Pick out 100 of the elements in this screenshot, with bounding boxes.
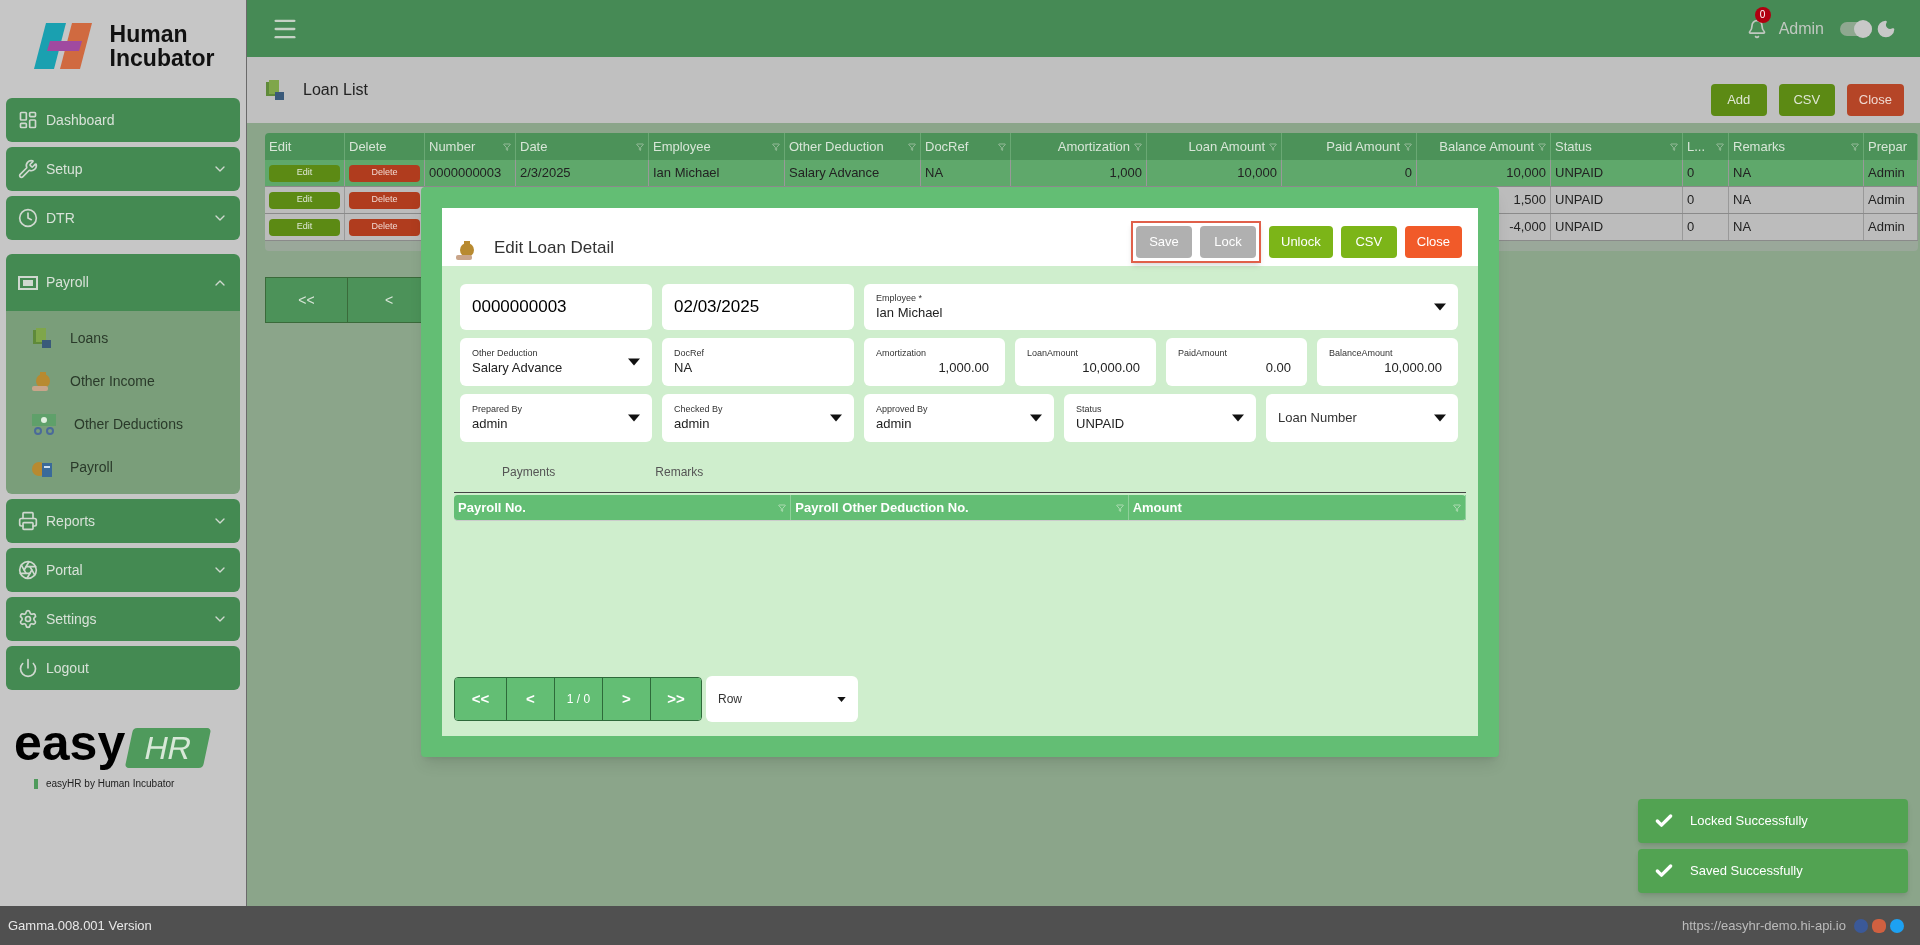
previous-page-button[interactable]: < [507, 678, 555, 720]
success-toast: Saved Successfully [1638, 849, 1908, 893]
filter-icon[interactable] [636, 142, 644, 151]
table-row[interactable]: Edit Delete 0000000003 2/3/2025 Ian Michael Salary Advance NA 1,000 10,000 0 10,000 UNPAID 0 NA Admin [265, 160, 1918, 187]
aperture-icon [18, 560, 38, 580]
tab[interactable]: Payments [502, 463, 556, 481]
settings-icon [18, 609, 38, 629]
table-cell-text: 10,000 [1237, 164, 1277, 183]
first-page-button[interactable]: << [455, 678, 507, 720]
submenu-item[interactable]: Payroll [30, 452, 240, 482]
table-cell-text: 10,000 [1506, 164, 1546, 183]
input-field[interactable]: LoanAmount 10,000.00 [1015, 338, 1156, 386]
dropdown-field[interactable]: Checked By admin [662, 394, 854, 442]
input-field[interactable]: 02/03/2025 [662, 284, 854, 330]
action-button[interactable]: CSV [1778, 84, 1835, 116]
table-cell-text: 0000000003 [429, 164, 502, 183]
filter-icon[interactable] [1134, 142, 1142, 151]
dropdown-field[interactable]: Approved By admin [864, 394, 1054, 442]
table-cell-text: Ian Michael [653, 164, 720, 183]
action-button[interactable]: Close [1846, 84, 1904, 116]
input-field[interactable]: DocRef NA [662, 338, 854, 386]
input-field[interactable]: PaidAmount 0.00 [1166, 338, 1307, 386]
edit-button[interactable]: Edit [269, 218, 340, 236]
filter-icon[interactable] [1670, 142, 1678, 151]
table-cell-text: -4,000 [1509, 218, 1546, 237]
cash-scissors-icon [30, 412, 58, 436]
input-field[interactable]: Amortization 1,000.00 [864, 338, 1005, 386]
filter-icon[interactable] [778, 503, 787, 512]
table-cell-text: Admin [1868, 191, 1905, 210]
filter-icon[interactable] [1453, 503, 1461, 512]
filter-icon[interactable] [998, 142, 1006, 151]
caret-icon [1232, 414, 1244, 422]
table-cell-text: UNPAID [1555, 191, 1604, 210]
table-cell-text: Salary Advance [789, 164, 880, 183]
input-field[interactable]: BalanceAmount 10,000.00 [1317, 338, 1458, 386]
table-cell-text: NA [1733, 164, 1752, 183]
printer-icon [18, 511, 38, 531]
sidebar-item[interactable]: DTR [6, 196, 240, 240]
notification-bell-icon[interactable] [1746, 18, 1767, 39]
last-page-button[interactable]: >> [651, 678, 701, 720]
sidebar-item[interactable]: Dashboard [6, 98, 240, 142]
dropdown-field[interactable]: Other Deduction Salary Advance [460, 338, 652, 386]
notification-count: 0 [1754, 6, 1771, 23]
table-cell-text: 1,500 [1513, 191, 1546, 210]
tab[interactable]: Remarks [655, 463, 704, 481]
column-header[interactable]: Payroll Other Deduction No. [791, 495, 1129, 520]
edit-button[interactable]: Edit [269, 191, 340, 209]
next-page-button[interactable]: > [603, 678, 651, 720]
caret-icon [628, 358, 640, 366]
user-name[interactable]: Admin [1778, 16, 1824, 41]
moon-icon[interactable] [1876, 18, 1896, 39]
input-field[interactable]: 0000000003 [460, 284, 652, 330]
submenu-item[interactable]: Other Income [30, 366, 240, 396]
action-button[interactable]: CSV [1340, 226, 1397, 258]
action-button[interactable]: Add [1710, 84, 1767, 116]
dropdown-field[interactable]: Employee * Ian Michael [864, 284, 1458, 330]
dropdown-field[interactable]: Status UNPAID [1064, 394, 1256, 442]
caret-icon [837, 696, 846, 702]
dropdown-field[interactable]: Loan Number [1266, 394, 1458, 442]
filter-icon[interactable] [1404, 142, 1412, 151]
sidebar-item[interactable]: Reports [6, 499, 240, 543]
rows-dropdown[interactable]: Row [706, 676, 858, 722]
filter-icon[interactable] [503, 142, 511, 151]
table-cell-text: NA [1733, 218, 1752, 237]
sidebar-item[interactable]: Settings [6, 597, 240, 641]
column-header[interactable]: Payroll No. [454, 495, 792, 520]
delete-button[interactable]: Delete [349, 164, 420, 182]
column-header[interactable]: Amount [1128, 495, 1466, 520]
filter-icon[interactable] [908, 142, 916, 151]
caption-bar [34, 778, 38, 789]
filter-icon[interactable] [772, 142, 780, 151]
filter-icon[interactable] [1716, 142, 1724, 151]
filter-icon[interactable] [1851, 142, 1859, 151]
modal-title: Edit Loan Detail [494, 236, 615, 259]
sidebar-item[interactable]: Portal [6, 548, 240, 592]
sidebar-item[interactable]: Setup [6, 147, 240, 191]
delete-button[interactable]: Delete [349, 191, 420, 209]
first-page-button[interactable]: << [266, 278, 348, 322]
filter-icon[interactable] [1115, 503, 1124, 512]
submenu-item[interactable]: Other Deductions [30, 409, 240, 439]
theme-toggle[interactable] [1840, 21, 1872, 36]
table-cell-text: 0 [1404, 164, 1412, 183]
dropdown-field[interactable]: Prepared By admin [460, 394, 652, 442]
action-button[interactable]: Close [1404, 226, 1462, 258]
table-cell-text: UNPAID [1555, 218, 1604, 237]
delete-button[interactable]: Delete [349, 218, 420, 236]
table-cell-text: UNPAID [1555, 164, 1604, 183]
website-link[interactable]: https://easyhr-demo.hi-api.io [1681, 915, 1846, 936]
sidebar-item[interactable]: Logout [6, 646, 240, 690]
filter-icon[interactable] [1538, 142, 1546, 151]
logo-caption: easyHR by Human Incubator [46, 777, 175, 791]
action-button[interactable]: Unlock [1269, 226, 1333, 258]
table-cell-text: 0 [1687, 164, 1695, 183]
sidebar-item[interactable]: Payroll [6, 254, 240, 311]
edit-button[interactable]: Edit [269, 164, 340, 182]
version-label: Gamma.008.001 Version [8, 916, 152, 935]
filter-icon[interactable] [1269, 142, 1277, 151]
caret-icon [628, 414, 640, 422]
dashboard-icon [18, 110, 38, 130]
submenu-item[interactable]: Loans [30, 323, 240, 353]
